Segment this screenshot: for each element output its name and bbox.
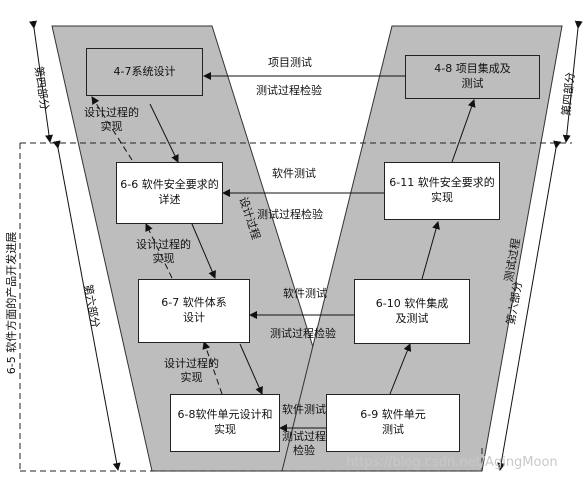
box-4-7-system-design: 4-7系统设计 [86, 48, 203, 96]
box-6-7-sw-architecture: 6-7 软件体系 设计 [138, 279, 250, 343]
box-6-8-sw-unit-design: 6-8软件单元设计和 实现 [170, 394, 280, 452]
label-sw-test-1: 软件测试 [272, 167, 316, 180]
box-6-6-sw-safety-req-spec: 6-6 软件安全要求的 详述 [116, 162, 223, 224]
label-design-impl-2: 设计过程的 实现 [136, 238, 191, 266]
label-sw-test-3: 软件测试 [282, 403, 326, 416]
box-4-8-project-integration: 4-8 项目集成及 测试 [405, 55, 540, 99]
watermark: https://blog.csdn.net/AgingMoon [346, 455, 558, 470]
label-test-verify-top: 测试过程检验 [256, 84, 322, 97]
label-design-impl-1: 设计过程的 实现 [84, 106, 139, 134]
label-project-test: 项目测试 [268, 56, 312, 69]
label-sw-test-2: 软件测试 [283, 287, 327, 300]
label-test-verify-3: 测试过程 检验 [282, 430, 326, 458]
box-6-10-sw-integration: 6-10 软件集成 及测试 [354, 279, 470, 344]
label-design-impl-3: 设计过程的 实现 [164, 357, 219, 385]
label-test-verify-2: 测试过程检验 [270, 327, 336, 340]
side-label-product-dev: 6-5 软件方面的产品开发进展 [5, 231, 19, 375]
box-6-11-sw-safety-req-impl: 6-11 软件安全要求的 实现 [384, 162, 500, 220]
box-6-9-sw-unit-test: 6-9 软件单元 测试 [326, 394, 460, 452]
label-test-verify-1: 测试过程检验 [257, 208, 323, 221]
